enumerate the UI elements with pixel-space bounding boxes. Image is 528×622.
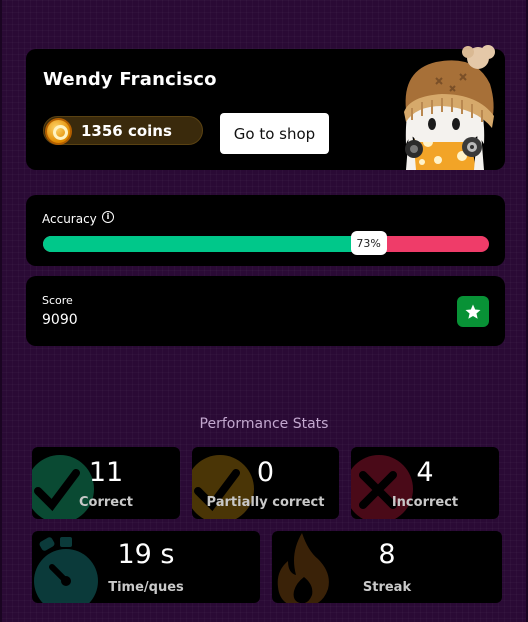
stat-streak: 8 Streak [272,531,502,603]
stat-correct: 11 Correct [32,447,180,519]
stat-value: 4 [416,457,434,488]
score-card: Score 9090 [26,276,505,346]
stat-label: Incorrect [391,495,459,510]
stat-label: Streak [362,580,412,595]
score-value: 9090 [42,312,78,328]
stat-partially-correct: 0 Partially correct [192,447,339,519]
coins-badge: 1356 coins [43,116,203,145]
stat-value: 11 [88,457,124,488]
accuracy-bar-fill [43,236,369,252]
accuracy-bar [43,236,489,252]
accuracy-percent: 73% [350,231,387,255]
star-badge [457,296,489,327]
coins-label: 1356 coins [81,122,172,140]
info-icon[interactable]: i [102,211,114,223]
stat-label: Time/ques [108,580,184,595]
stat-label: Correct [78,495,134,510]
avatar [404,45,495,170]
accuracy-card: Accuracy i 73% [26,195,505,266]
stat-time-per-question: 19 s Time/ques [32,531,260,603]
stat-value: 0 [256,457,275,488]
coin-icon [45,118,72,145]
player-name: Wendy Francisco [43,69,217,90]
stat-incorrect: 4 Incorrect [351,447,499,519]
accuracy-label: Accuracy [42,212,97,226]
score-label: Score [42,294,73,307]
go-to-shop-button[interactable]: Go to shop [220,113,329,154]
stat-value: 19 s [117,539,175,570]
performance-stats-title: Performance Stats [199,416,329,432]
stat-label: Partially correct [206,495,325,510]
star-icon [465,304,481,319]
profile-card: Wendy Francisco 1356 coins Go to shop [26,45,505,170]
stat-value: 8 [378,539,396,570]
left-border [0,0,2,622]
